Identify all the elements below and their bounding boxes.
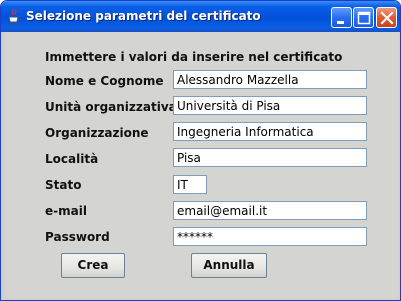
label-unita-organizzativa: Unità organizzativa [45, 100, 177, 114]
label-localita: Località [45, 152, 99, 166]
label-stato: Stato [45, 178, 82, 192]
cancel-button[interactable]: Annulla [191, 253, 267, 278]
localita-field[interactable]: Pisa [173, 148, 367, 167]
create-button[interactable]: Crea [61, 253, 125, 278]
nome-cognome-field[interactable]: Alessandro Mazzella [173, 70, 367, 89]
title-bar[interactable]: Selezione parametri del certificato [1, 1, 400, 32]
java-cup-icon [8, 8, 21, 25]
certificate-dialog: Selezione parametri del certificato Imme… [0, 0, 401, 301]
close-button[interactable] [376, 7, 397, 28]
stato-field[interactable]: IT [173, 175, 207, 194]
password-field[interactable]: ****** [173, 227, 367, 246]
label-nome-cognome: Nome e Cognome [45, 74, 164, 88]
organizzazione-field[interactable]: Ingegneria Informatica [173, 122, 367, 141]
email-field[interactable]: email@email.it [173, 201, 367, 220]
minimize-icon [337, 21, 344, 24]
label-password: Password [45, 230, 110, 244]
label-organizzazione: Organizzazione [45, 126, 149, 140]
maximize-icon [357, 11, 371, 25]
minimize-button[interactable] [331, 7, 352, 28]
dialog-content: Immettere i valori da inserire nel certi… [5, 32, 398, 298]
unita-organizzativa-field[interactable]: Università di Pisa [173, 96, 367, 115]
window-title: Selezione parametri del certificato [26, 9, 261, 23]
close-icon [380, 11, 394, 25]
maximize-button[interactable] [353, 7, 374, 28]
form-heading: Immettere i valori da inserire nel certi… [45, 50, 343, 64]
label-email: e-mail [45, 204, 87, 218]
